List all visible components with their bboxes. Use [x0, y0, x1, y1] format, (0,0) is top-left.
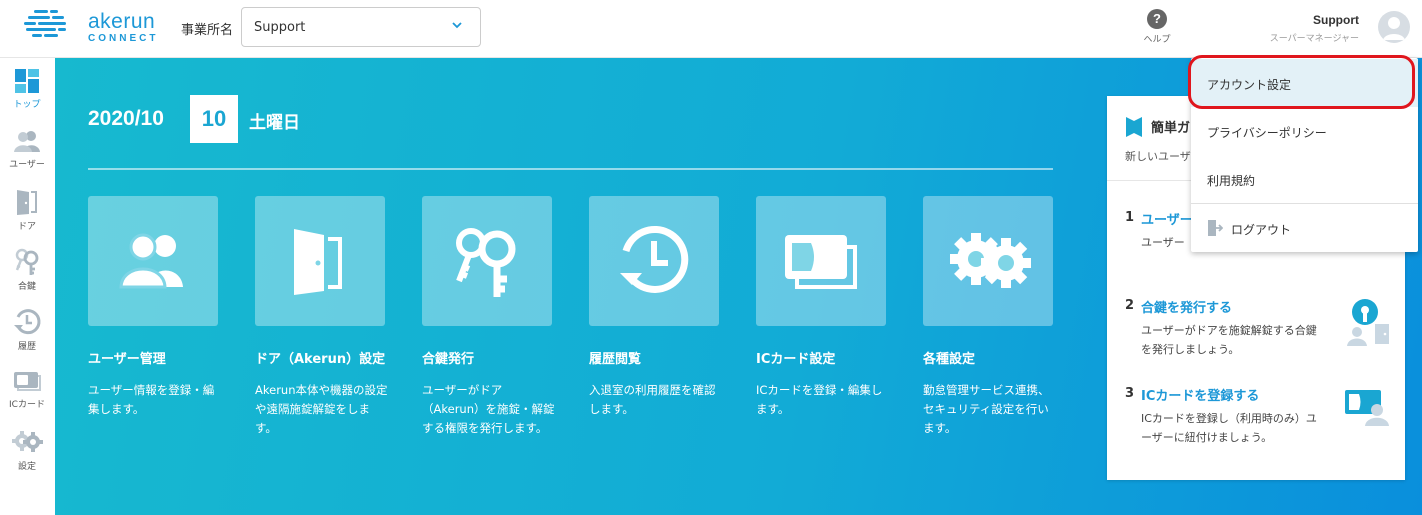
- step-link[interactable]: ユーザー: [1141, 209, 1193, 228]
- guide-subtitle: 新しいユーザ: [1125, 150, 1191, 163]
- logo-text: akerun: [88, 10, 156, 33]
- gear-icon: [950, 233, 1031, 288]
- menu-item-account-settings[interactable]: アカウント設定: [1191, 59, 1418, 107]
- help-button[interactable]: ? ヘルプ: [1140, 9, 1174, 49]
- card-description: Akerun本体や機器の設定や遠隔施錠解錠をします。: [255, 383, 388, 435]
- key-icon: [456, 228, 516, 297]
- menu-item-label: 利用規約: [1207, 174, 1256, 188]
- card-ic-card[interactable]: ICカード設定 ICカードを登録・編集します。: [756, 196, 886, 419]
- card-tile[interactable]: [422, 196, 552, 326]
- step-number: 1: [1125, 210, 1135, 225]
- chevron-down-icon: [452, 22, 462, 29]
- card-description: 勤怠管理サービス連携、セキュリティ設定を行います。: [923, 383, 1050, 435]
- office-select[interactable]: Support: [241, 7, 481, 47]
- card-door-settings[interactable]: ドア（Akerun）設定 Akerun本体や機器の設定や遠隔施錠解錠をします。: [255, 196, 388, 438]
- card-title: 履歴閲覧: [589, 352, 642, 367]
- step-number: 3: [1125, 386, 1135, 401]
- ic-card-icon: [785, 235, 857, 289]
- sidebar-item-settings[interactable]: 設定: [0, 420, 54, 480]
- step-number: 2: [1125, 298, 1135, 313]
- card-title: 合鍵発行: [422, 352, 475, 367]
- sidebar-item-label: 履歴: [17, 342, 36, 352]
- divider: [88, 168, 1053, 170]
- card-description: ユーザーがドア（Akerun）を施錠・解錠する権限を発行します。: [422, 383, 555, 435]
- date-year-month: 2020/10: [88, 107, 164, 130]
- date-day: 10: [190, 95, 238, 143]
- card-description: 入退室の利用履歴を確認します。: [589, 383, 716, 416]
- users-icon: [119, 233, 183, 289]
- logo-subtext: CONNECT: [88, 33, 159, 44]
- sidebar-item-history[interactable]: 履歴: [0, 300, 54, 360]
- guide-title: 簡単ガ: [1151, 121, 1191, 136]
- logout-icon: [1208, 220, 1223, 236]
- sidebar: トップ ユーザー ドア 合鍵 履歴 ICカード 設定: [0, 58, 54, 515]
- menu-item-label: アカウント設定: [1207, 78, 1292, 92]
- key-user-icon: [1347, 299, 1389, 346]
- key-icon: [15, 248, 39, 275]
- card-title: ドア（Akerun）設定: [255, 352, 386, 367]
- user-avatar-icon: [1383, 17, 1405, 40]
- card-description: ICカードを登録・編集します。: [756, 383, 883, 416]
- card-tile[interactable]: [756, 196, 886, 326]
- help-icon: ?: [1147, 9, 1167, 29]
- door-icon: [17, 190, 37, 215]
- card-title: ユーザー管理: [88, 352, 166, 367]
- akerun-logo[interactable]: akerun CONNECT: [22, 8, 155, 44]
- menu-item-label: プライバシーポリシー: [1207, 126, 1327, 140]
- step-description: ICカードを登録し（利用時のみ）ユーザーに紐付けましょう。: [1141, 412, 1317, 444]
- menu-item-label: ログアウト: [1231, 223, 1292, 237]
- dashboard-icon: [15, 69, 39, 93]
- menu-item-terms[interactable]: 利用規約: [1191, 155, 1418, 203]
- top-header: akerun CONNECT 事業所名 Support ? ヘルプ Suppor…: [0, 0, 1422, 58]
- sidebar-item-label: ICカード: [9, 400, 45, 410]
- sidebar-item-label: ドア: [17, 222, 36, 232]
- card-user-management[interactable]: ユーザー管理 ユーザー情報を登録・編集します。: [88, 196, 218, 419]
- gear-icon: [12, 431, 43, 452]
- bookmark-icon: [1126, 117, 1142, 137]
- sidebar-item-label: ユーザー: [9, 160, 45, 170]
- card-history[interactable]: 履歴閲覧 入退室の利用履歴を確認します。: [589, 196, 719, 419]
- ic-card-user-icon: [1345, 390, 1389, 426]
- door-icon: [294, 229, 342, 295]
- date-weekday: 土曜日: [249, 113, 300, 133]
- card-key-issue[interactable]: 合鍵発行 ユーザーがドア（Akerun）を施錠・解錠する権限を発行します。: [422, 196, 555, 438]
- card-description: ユーザー情報を登録・編集します。: [88, 383, 215, 416]
- akerun-logo-mark: [24, 10, 66, 37]
- card-tile[interactable]: [589, 196, 719, 326]
- card-settings[interactable]: 各種設定 勤怠管理サービス連携、セキュリティ設定を行います。: [923, 196, 1053, 438]
- sidebar-item-top[interactable]: トップ: [0, 60, 54, 120]
- menu-item-privacy-policy[interactable]: プライバシーポリシー: [1191, 107, 1418, 155]
- sidebar-item-users[interactable]: ユーザー: [0, 120, 54, 180]
- ic-card-icon: [14, 372, 41, 391]
- card-tile[interactable]: [255, 196, 385, 326]
- account-menu: アカウント設定 プライバシーポリシー 利用規約 ログアウト: [1191, 58, 1418, 252]
- sidebar-item-key[interactable]: 合鍵: [0, 240, 54, 300]
- card-tile[interactable]: [88, 196, 218, 326]
- history-icon: [620, 226, 689, 293]
- step-link[interactable]: 合鍵を発行する: [1141, 297, 1232, 316]
- step-description: ユーザーがドアを施錠解錠する合鍵を発行しましょう。: [1141, 324, 1317, 356]
- menu-item-logout[interactable]: ログアウト: [1191, 204, 1418, 252]
- user-name[interactable]: Support: [1313, 13, 1359, 27]
- user-role: スーパーマネージャー: [1269, 34, 1359, 44]
- office-label: 事業所名: [181, 23, 234, 38]
- card-title: 各種設定: [923, 352, 976, 367]
- card-title: ICカード設定: [756, 352, 836, 367]
- sidebar-item-door[interactable]: ドア: [0, 180, 54, 240]
- users-icon: [14, 131, 40, 152]
- help-label: ヘルプ: [1143, 35, 1171, 45]
- sidebar-item-ic-card[interactable]: ICカード: [0, 360, 54, 420]
- sidebar-item-label: 合鍵: [17, 282, 36, 292]
- history-icon: [14, 309, 41, 335]
- office-select-value: Support: [254, 20, 306, 35]
- step-link[interactable]: ICカードを登録する: [1141, 385, 1259, 404]
- avatar[interactable]: [1378, 11, 1410, 43]
- sidebar-item-label: トップ: [13, 100, 41, 110]
- sidebar-item-label: 設定: [17, 462, 36, 472]
- card-tile[interactable]: [923, 196, 1053, 326]
